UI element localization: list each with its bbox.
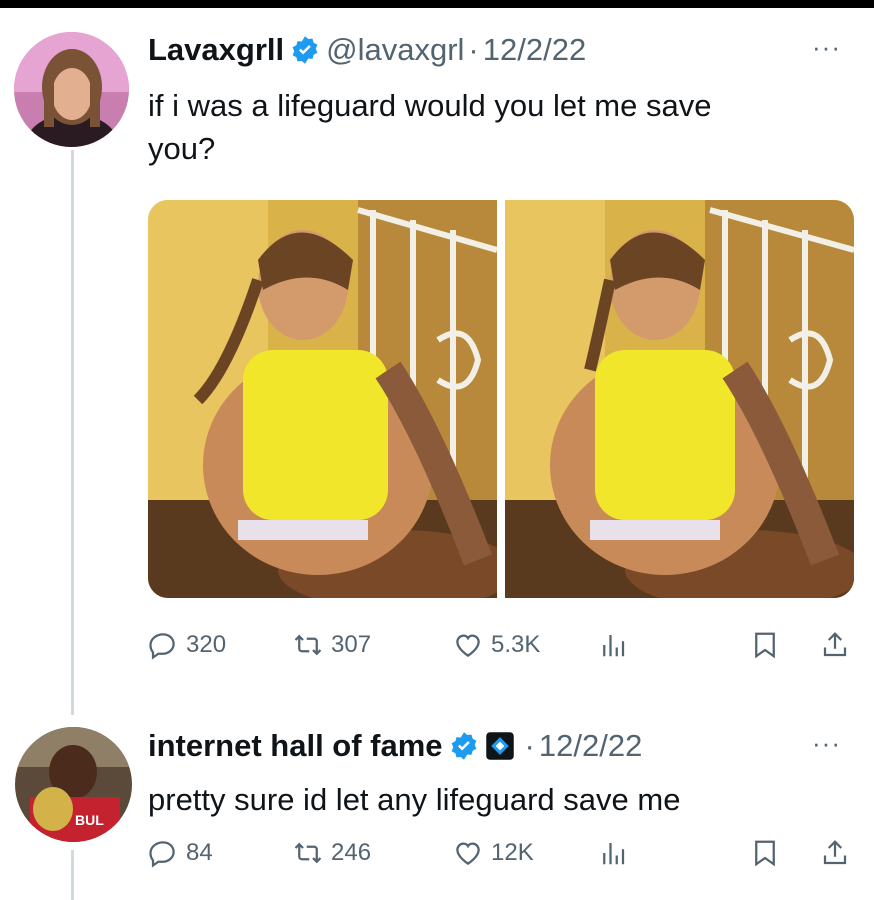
retweet-button[interactable]: 246: [293, 838, 371, 868]
retweet-count: 246: [331, 839, 372, 866]
affiliate-badge-icon[interactable]: [485, 731, 515, 761]
display-name[interactable]: Lavaxgrll: [148, 32, 284, 68]
reply-icon: [149, 633, 175, 660]
share-button[interactable]: [820, 630, 850, 660]
like-count: 12K: [491, 839, 534, 866]
retweet-count: 307: [331, 631, 372, 658]
window-top-bar: [0, 0, 874, 8]
tweet-text-line: pretty sure id let any lifeguard save me: [148, 782, 681, 817]
retweet-button[interactable]: 307: [293, 630, 371, 660]
like-icon: [456, 842, 480, 865]
tweet-actions: 84 246 12K: [148, 838, 858, 878]
like-button[interactable]: 12K: [453, 838, 534, 868]
avatar-internet-hall-of-fame[interactable]: BUL: [15, 727, 132, 842]
separator-dot: ·: [524, 728, 535, 763]
user-handle[interactable]: @lavaxgrl: [326, 32, 464, 68]
media-photo-1[interactable]: [148, 200, 497, 598]
media-photo-2[interactable]: [505, 200, 854, 598]
tweet-text: if i was a lifeguard would you let me sa…: [148, 84, 711, 170]
bookmark-button[interactable]: [750, 630, 780, 660]
like-icon: [456, 634, 480, 657]
tweet-header: Lavaxgrll @lavaxgrl · 12/2/22: [148, 28, 586, 72]
views-button[interactable]: [598, 630, 628, 660]
bookmark-icon: [755, 632, 775, 659]
views-icon: [603, 843, 625, 865]
views-icon: [603, 635, 625, 657]
thread-connector-line: [71, 150, 74, 715]
like-button[interactable]: 5.3K: [453, 630, 540, 660]
tweet-text-line: if i was a lifeguard would you let me sa…: [148, 88, 712, 123]
display-name[interactable]: internet hall of fame: [148, 728, 443, 764]
reply-button[interactable]: 320: [148, 630, 226, 660]
tweet-text: pretty sure id let any lifeguard save me: [148, 778, 680, 821]
views-button[interactable]: [598, 838, 628, 868]
reply-count: 320: [186, 631, 227, 658]
avatar-lavaxgrll[interactable]: [14, 32, 129, 147]
share-icon: [823, 840, 847, 865]
reply-icon: [149, 841, 175, 868]
more-icon[interactable]: ···: [812, 32, 841, 63]
like-count: 5.3K: [491, 631, 541, 658]
share-button[interactable]: [820, 838, 850, 868]
more-icon[interactable]: ···: [812, 728, 841, 759]
thread-connector-line: [71, 850, 74, 900]
reply-button[interactable]: 84: [148, 838, 213, 868]
separator-dot: ·: [468, 32, 479, 67]
retweet-icon: [294, 842, 322, 864]
share-icon: [823, 632, 847, 657]
tweet-actions: 320 307 5.3K: [148, 630, 858, 670]
tweet-date[interactable]: 12/2/22: [539, 728, 642, 764]
tweet-text-line: you?: [148, 131, 216, 166]
tweet-header: internet hall of fame · 12/2/22: [148, 724, 642, 768]
bookmark-icon: [755, 840, 775, 867]
svg-text:BUL: BUL: [75, 812, 104, 828]
verified-badge-icon: [290, 35, 320, 65]
bookmark-button[interactable]: [750, 838, 780, 868]
tweet-media-grid: [148, 200, 854, 598]
verified-badge-icon: [449, 731, 479, 761]
tweet-date[interactable]: 12/2/22: [483, 32, 586, 68]
reply-count: 84: [186, 839, 213, 866]
retweet-icon: [294, 634, 322, 656]
